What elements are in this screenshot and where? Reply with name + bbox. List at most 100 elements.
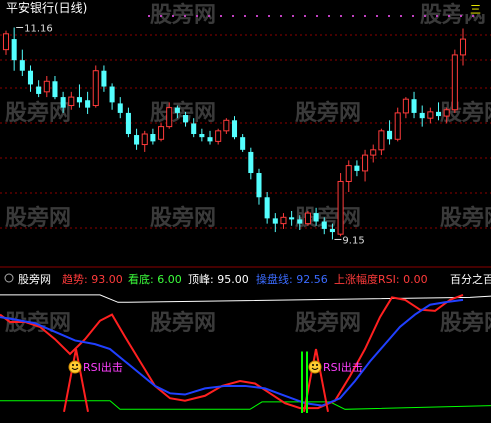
- candle-body-down: [36, 86, 42, 94]
- top-dot: [232, 15, 234, 17]
- chart-svg: 股旁网股旁网股旁网股旁网股旁网股旁网股旁网股旁网股旁网股旁网股旁网股旁网股旁网股…: [0, 0, 491, 413]
- top-dot: [196, 15, 198, 17]
- candle-body-up: [402, 98, 409, 114]
- top-dot: [172, 15, 174, 17]
- top-dot: [424, 15, 426, 17]
- top-dot: [340, 15, 342, 17]
- top-dot: [400, 15, 402, 17]
- candle-body-up: [166, 107, 173, 128]
- candle-body-down: [411, 99, 417, 113]
- candle-body-down: [207, 137, 213, 142]
- top-dot: [448, 15, 450, 17]
- candle-body-down: [60, 97, 66, 108]
- high-price-label: 11.16: [24, 23, 53, 34]
- candle-body-up: [223, 119, 230, 132]
- top-dot: [184, 15, 186, 17]
- candle-body-down: [174, 107, 180, 113]
- top-dot: [316, 15, 318, 17]
- top-dot: [256, 15, 258, 17]
- indicator-settings-icon[interactable]: [4, 273, 14, 283]
- candle-body-up: [443, 109, 450, 117]
- stock-chart[interactable]: 股旁网股旁网股旁网股旁网股旁网股旁网股旁网股旁网股旁网股旁网股旁网股旁网股旁网股…: [0, 0, 491, 423]
- top-dot: [328, 15, 330, 17]
- bottom-line: [0, 400, 491, 410]
- candle-body-down: [19, 60, 25, 71]
- rsi-attack-label-1: RSI出击: [323, 360, 363, 374]
- candle-body-down: [272, 218, 278, 224]
- low-price-label: 9.15: [342, 235, 364, 246]
- candle-body-up: [68, 96, 75, 107]
- smiley-eye: [76, 364, 78, 366]
- top-dot: [460, 15, 462, 17]
- smiley-eye: [72, 364, 74, 366]
- candle-body-up: [345, 165, 352, 182]
- indicator-item-4: 上涨幅度RSI: 0.00: [334, 272, 428, 286]
- indicator-right-label: 百分之百: [450, 272, 491, 286]
- top-dot: [388, 15, 390, 17]
- candle-body-down: [264, 197, 270, 219]
- candle-body-down: [321, 221, 327, 229]
- candle-body-up: [141, 133, 148, 146]
- watermark-text: 股旁网: [150, 205, 216, 231]
- candle-body-down: [191, 123, 197, 134]
- top-dot: [352, 15, 354, 17]
- menu-icon: 三: [470, 3, 481, 16]
- candle-body-down: [435, 111, 442, 117]
- top-dot: [160, 15, 162, 17]
- candle-body-down: [313, 213, 319, 222]
- watermark-text: 股旁网: [295, 205, 361, 231]
- candle-body-down: [27, 70, 34, 85]
- candle-body-down: [419, 112, 425, 119]
- candle-body-up: [459, 38, 467, 56]
- candle-body-down: [109, 86, 115, 103]
- watermark-text: 股旁网: [5, 310, 71, 336]
- candle-body-down: [297, 219, 303, 224]
- rsi-signal-spike: [63, 348, 89, 412]
- candle-body-up: [362, 154, 369, 172]
- smiley-icon: [308, 360, 322, 374]
- candle-body-down: [199, 134, 205, 138]
- top-dot: [268, 15, 270, 17]
- watermark-text: 股旁网: [440, 205, 491, 231]
- candle-body-down: [256, 173, 262, 198]
- candle-body-down: [11, 39, 17, 61]
- candle-body-down: [85, 100, 91, 108]
- candle-body-down: [134, 135, 140, 145]
- candle-body-up: [2, 33, 10, 51]
- indicator-item-0: 趋势: 93.00: [62, 273, 123, 286]
- top-dot: [148, 15, 150, 17]
- top-dot: [304, 15, 306, 17]
- candle-body-up: [427, 111, 434, 119]
- candle-body-up: [215, 130, 222, 142]
- candle-body-up: [304, 212, 311, 225]
- candle-body-up: [394, 112, 401, 140]
- candle-body-down: [183, 115, 189, 123]
- smiley-icon: [68, 360, 82, 374]
- candle-body-up: [280, 216, 287, 225]
- smiley-eye: [312, 364, 314, 366]
- candle-body-down: [52, 81, 58, 98]
- candle-body-down: [240, 137, 246, 150]
- top-dot: [280, 15, 282, 17]
- watermark-text: 股旁网: [295, 100, 361, 126]
- indicator-item-1: 看底: 6.00: [128, 272, 182, 286]
- candle-body-up: [43, 80, 50, 93]
- candle-body-down: [289, 217, 295, 220]
- candle-body-up: [451, 54, 458, 111]
- candle-body-down: [329, 228, 335, 233]
- candle-body-down: [354, 165, 360, 171]
- watermark-text: 股旁网: [150, 2, 216, 28]
- candle-body-up: [92, 70, 99, 107]
- watermark-text: 股旁网: [295, 310, 361, 336]
- candle-body-down: [117, 103, 123, 113]
- candle-body-up: [158, 126, 165, 140]
- candle-body-down: [231, 120, 238, 138]
- top-dot: [412, 15, 414, 17]
- indicator-item-2: 顶峰: 95.00: [188, 273, 249, 286]
- candle-body-down: [101, 70, 107, 87]
- smiley-eye: [316, 364, 318, 366]
- top-dot: [436, 15, 438, 17]
- top-dot: [292, 15, 294, 17]
- candle-body-up: [378, 130, 385, 151]
- candle-body-down: [76, 97, 82, 103]
